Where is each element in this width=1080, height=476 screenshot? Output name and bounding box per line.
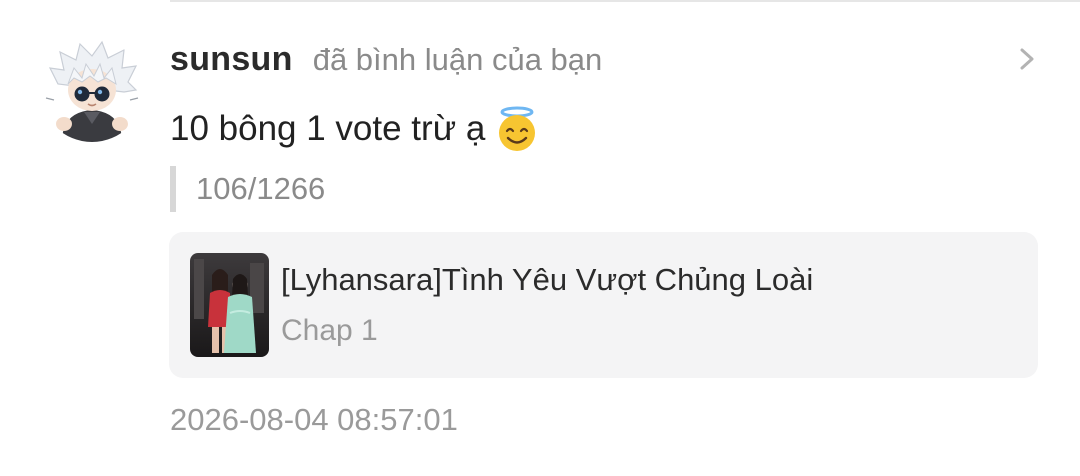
comment-text: 10 bông 1 vote trừ ạ [170,109,486,148]
notification-header: sunsun đã bình luận của bạn [170,40,602,79]
action-text: đã bình luận của bạn [312,42,603,77]
story-cover-image [190,253,269,357]
user-avatar[interactable] [40,38,144,142]
story-title: [Lyhansara]Tình Yêu Vượt Chủng Loài [281,262,814,297]
username[interactable]: sunsun [170,40,293,79]
comment-content: 10 bông 1 vote trừ ạ [170,106,539,152]
story-chapter: Chap 1 [281,314,378,347]
timestamp: 2026-08-04 08:57:01 [170,402,458,437]
smiling-face-with-halo-icon [499,106,536,151]
top-divider [170,0,1080,2]
avatar-illustration-icon [40,38,144,142]
quoted-text: 106/1266 [170,166,325,212]
story-thumbnail [190,253,269,357]
chevron-right-icon[interactable] [1012,44,1042,74]
story-card[interactable]: [Lyhansara]Tình Yêu Vượt Chủng Loài Chap… [169,232,1038,378]
